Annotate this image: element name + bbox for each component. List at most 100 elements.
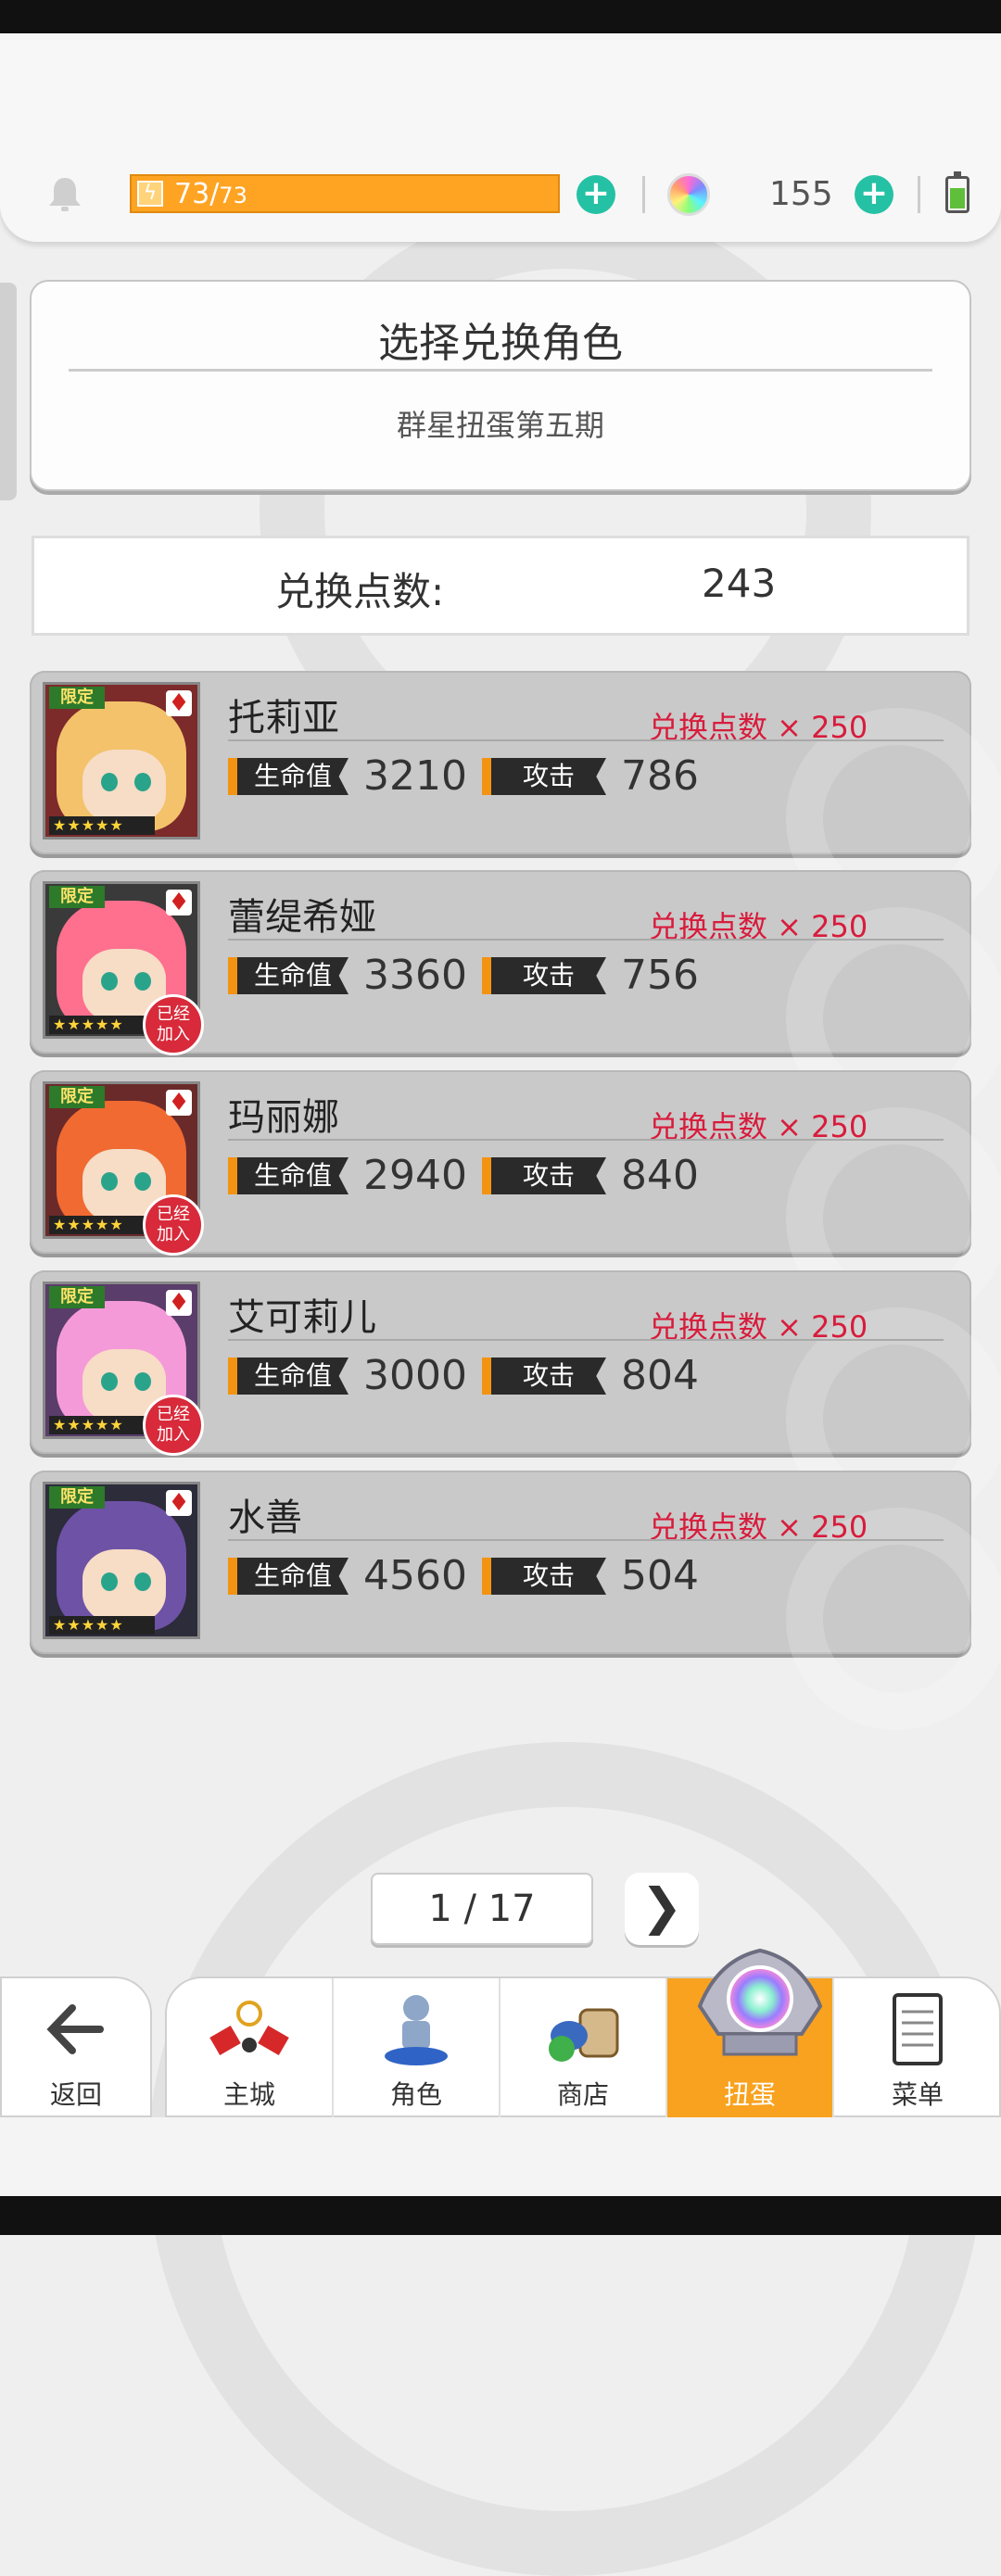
attack-label: 攻击	[482, 957, 606, 994]
rainbow-gem-icon	[667, 173, 710, 216]
add-gems-button[interactable]: +	[855, 175, 893, 214]
diamond-suit-icon: ♦	[166, 1090, 192, 1116]
nav-main-city[interactable]: 主城	[167, 1978, 334, 2117]
attack-stat: 攻击 786	[482, 752, 704, 800]
attack-label: 攻击	[482, 1157, 606, 1194]
footer-strip	[0, 2117, 1001, 2196]
attack-value: 504	[621, 1552, 699, 1599]
hp-stat: 生命值 3210	[228, 752, 469, 800]
star-rating: ★★★★★	[49, 816, 155, 835]
character-eye	[101, 1572, 118, 1591]
page-indicator: 1 / 17	[371, 1873, 593, 1945]
back-arrow-icon	[39, 1997, 113, 2062]
attack-stat: 攻击 840	[482, 1152, 704, 1199]
attack-label: 攻击	[482, 758, 606, 795]
castle-icon	[209, 2001, 289, 2056]
attack-value: 804	[621, 1352, 699, 1399]
hp-stat: 生命值 3360	[228, 952, 469, 999]
character-eye	[101, 773, 118, 791]
limited-badge: 限定	[49, 886, 105, 908]
system-status-bar	[0, 0, 1001, 33]
diamond-suit-icon: ♦	[166, 1290, 192, 1316]
hp-label: 生命值	[228, 1558, 348, 1595]
attack-stat: 攻击 756	[482, 955, 704, 996]
title-divider	[69, 369, 932, 372]
character-portrait: 限定 ♦ ★★★★★	[43, 682, 200, 840]
character-eye	[134, 972, 151, 991]
character-card[interactable]: 限定 ♦ ★★★★★ 已经 加入 蕾缇希娅 兑换点数 × 250 生命值 3360 攻击 756	[30, 870, 1001, 1130]
card-divider	[228, 1139, 944, 1141]
character-face	[82, 1549, 166, 1623]
back-label: 返回	[49, 2079, 102, 2110]
joined-badge: 已经 加入	[143, 1194, 204, 1256]
nav-menu[interactable]: 菜单	[834, 1978, 1001, 2117]
character-eye	[134, 773, 151, 791]
character-eye	[134, 1172, 151, 1191]
character-statue-icon	[385, 1995, 448, 2065]
character-card[interactable]: 限定 ♦ ★★★★★ 水善 兑换点数 × 250 生命值 4560 攻击 504	[30, 1471, 1001, 1730]
diamond-suit-icon: ♦	[166, 690, 192, 716]
character-eye	[101, 1172, 118, 1191]
gem-count: 155	[769, 175, 833, 213]
hp-label: 生命值	[228, 1157, 348, 1194]
page-subtitle: 群星扭蛋第五期	[396, 408, 604, 443]
divider	[918, 176, 920, 213]
star-rating: ★★★★★	[49, 1416, 155, 1434]
nav-shop-label: 商店	[556, 2079, 609, 2110]
character-eye	[134, 1372, 151, 1391]
hp-stat: 生命值 3000	[228, 1356, 469, 1396]
diamond-suit-icon: ♦	[166, 890, 192, 915]
character-card[interactable]: 限定 ♦ ★★★★★ 托莉亚 兑换点数 × 250 生命值 3210 攻击 786	[30, 671, 1001, 930]
star-rating: ★★★★★	[49, 1616, 155, 1635]
attack-value: 840	[621, 1152, 699, 1199]
nav-character[interactable]: 角色	[334, 1978, 500, 2117]
lightning-icon: ϟ	[137, 181, 163, 207]
character-name: 玛丽娜	[228, 1096, 339, 1139]
character-eye	[134, 1572, 151, 1591]
system-navigation-bar	[0, 2196, 1001, 2235]
star-rating: ★★★★★	[49, 1016, 155, 1034]
side-drawer-handle[interactable]	[0, 283, 17, 500]
attack-stat: 攻击 504	[482, 1552, 704, 1599]
shop-bag-icon	[549, 2008, 619, 2062]
nav-gacha-label: 扭蛋	[723, 2079, 776, 2110]
joined-badge: 已经 加入	[143, 1395, 204, 1456]
page-title: 选择兑换角色	[378, 320, 623, 367]
character-name: 艾可莉儿	[228, 1296, 376, 1339]
attack-value: 786	[621, 752, 699, 800]
character-name: 水善	[228, 1496, 302, 1539]
hp-stat: 生命值 4560	[228, 1552, 469, 1599]
divider	[642, 176, 645, 213]
hp-value: 4560	[363, 1552, 467, 1599]
hp-label: 生命值	[228, 957, 348, 994]
attack-stat: 攻击 804	[482, 1352, 704, 1399]
bell-icon[interactable]	[44, 174, 85, 215]
character-name: 托莉亚	[228, 697, 339, 739]
add-stamina-button[interactable]: +	[577, 175, 615, 214]
character-card[interactable]: 限定 ♦ ★★★★★ 已经 加入 玛丽娜 兑换点数 × 250 生命值 2940 攻击 840	[30, 1070, 1001, 1330]
exchange-points-panel: 兑换点数: 243	[32, 536, 969, 636]
joined-badge: 已经 加入	[143, 994, 204, 1055]
hp-label: 生命值	[228, 1357, 348, 1395]
stamina-bar: ϟ 73/73	[130, 174, 560, 213]
limited-badge: 限定	[49, 1086, 105, 1108]
hp-value: 3360	[363, 952, 467, 999]
battery-icon	[945, 171, 969, 213]
back-button[interactable]: 返回	[0, 1976, 152, 2117]
card-divider	[228, 739, 944, 741]
menu-list-icon	[893, 1993, 943, 2065]
exchange-points-label: 兑换点数:	[275, 569, 445, 614]
next-page-button[interactable]: ❯	[625, 1873, 699, 1945]
nav-main-city-label: 主城	[222, 2079, 275, 2110]
character-card[interactable]: 限定 ♦ ★★★★★ 已经 加入 艾可莉儿 兑换点数 × 250 生命值 3000 攻击 804	[30, 1270, 1001, 1530]
limited-badge: 限定	[49, 1486, 105, 1509]
nav-shop[interactable]: 商店	[500, 1978, 667, 2117]
character-eye	[101, 1372, 118, 1391]
hp-value: 3210	[363, 752, 467, 800]
attack-label: 攻击	[482, 1558, 606, 1595]
bottom-navigation: 主城 角色 商店 扭蛋 菜单	[165, 1976, 1001, 2117]
hp-stat: 生命值 2940	[228, 1155, 469, 1196]
character-face	[82, 750, 166, 824]
character-portrait: 限定 ♦ ★★★★★	[43, 1482, 200, 1639]
diamond-suit-icon: ♦	[166, 1490, 192, 1516]
